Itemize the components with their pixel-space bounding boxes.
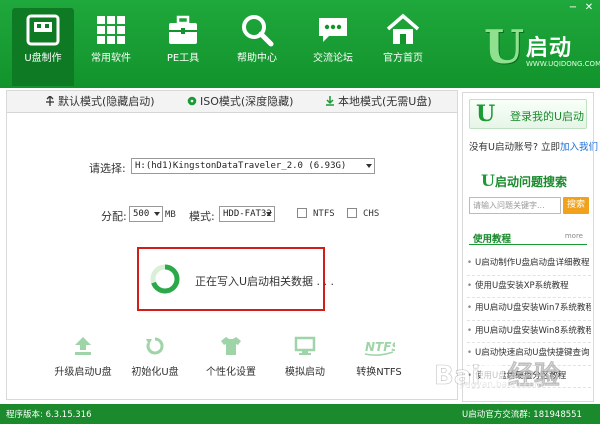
tutorial-link[interactable]: U启动制作U盘启动盘详细教程 xyxy=(467,253,591,276)
device-select[interactable]: H:(hd1)KingstonDataTraveler_2.0 (6.93G) xyxy=(131,158,375,174)
magnifier-icon xyxy=(242,15,274,47)
logo-url: WWW.UQIDONG.COM xyxy=(526,60,600,68)
monitor-icon xyxy=(294,336,316,355)
sidebar: U 登录我的U启动 没有U启动账号? 立即加入我们 U启动问题搜索 请输入问题关… xyxy=(462,92,598,402)
tutorial-header: 使用教程 more xyxy=(469,231,587,245)
search-title-text: 启动问题搜索 xyxy=(494,175,567,189)
mode-label: 模式: xyxy=(189,210,215,223)
ntfs-checkbox[interactable] xyxy=(297,208,307,218)
toolbox-icon xyxy=(169,15,197,44)
tutorial-list: U启动制作U盘启动盘详细教程 使用U盘安装XP系统教程 用U启动U盘安装Win7… xyxy=(467,253,591,388)
init-usb-button[interactable]: 初始化U盘 xyxy=(119,335,191,378)
tab-local-mode[interactable]: 本地模式(无需U盘) xyxy=(325,91,432,113)
tab-label: 本地模式(无需U盘) xyxy=(338,95,432,108)
nav-label: 帮助中心 xyxy=(237,53,277,64)
home-icon xyxy=(386,13,420,44)
tab-iso-mode[interactable]: ISO模式(深度隐藏) xyxy=(187,91,293,113)
device-label: 请选择: xyxy=(89,162,126,175)
nav-help-center[interactable]: 帮助中心 xyxy=(226,8,288,86)
ntfs-label: NTFS xyxy=(313,209,335,219)
device-value: H:(hd1)KingstonDataTraveler_2.0 (6.93G) xyxy=(135,161,347,171)
qq-group-text: U启动官方交流群: 181948551 xyxy=(462,410,582,420)
partition-value: 500 xyxy=(133,209,150,219)
version-text: 程序版本: 6.3.15.316 xyxy=(6,410,92,420)
install-icon xyxy=(326,96,334,106)
logo-text: 启动 xyxy=(526,36,573,61)
nav-official-home[interactable]: 官方首页 xyxy=(372,8,434,86)
minimize-button[interactable]: − xyxy=(566,2,580,14)
login-button[interactable]: U 登录我的U启动 xyxy=(469,99,587,129)
more-link[interactable]: more xyxy=(565,232,583,240)
partition-size-select[interactable]: 500 xyxy=(129,206,163,222)
app-logo: U 启动 WWW.UQIDONG.COM xyxy=(482,20,600,80)
signup-prompt: 没有U启动账号? 立即加入我们 xyxy=(469,139,598,153)
action-label: 模拟启动 xyxy=(285,367,325,378)
mode-select[interactable]: HDD-FAT32 xyxy=(219,206,275,222)
mode-tabs: 默认模式(隐藏启动) ISO模式(深度隐藏) 本地模式(无需U盘) xyxy=(7,91,457,113)
simulate-boot-button[interactable]: 模拟启动 xyxy=(269,335,341,378)
chevron-down-icon xyxy=(266,212,272,216)
tutorial-link[interactable]: U启动快速启动U盘快捷键查询 xyxy=(467,343,591,366)
progress-status-text: 正在写入U启动相关数据 . . . xyxy=(195,275,335,288)
personalize-button[interactable]: 个性化设置 xyxy=(195,335,267,378)
status-bar: 程序版本: 6.3.15.316 U启动官方交流群: 181948551 xyxy=(0,404,600,424)
convert-ntfs-button[interactable]: NTFS 转换NTFS xyxy=(343,335,415,378)
upgrade-icon xyxy=(75,337,91,355)
tab-label: ISO模式(深度隐藏) xyxy=(200,95,294,108)
progress-dialog: 正在写入U启动相关数据 . . . xyxy=(137,247,334,311)
tutorial-title: 使用教程 xyxy=(473,234,512,245)
chevron-down-icon xyxy=(154,212,160,216)
tutorial-link[interactable]: 用U启动U盘安装Win8系统教程 xyxy=(467,321,591,343)
nav-label: 官方首页 xyxy=(383,53,423,64)
chs-label: CHS xyxy=(363,209,380,219)
action-label: 升级启动U盘 xyxy=(54,367,112,378)
main-panel: 默认模式(隐藏启动) ISO模式(深度隐藏) 本地模式(无需U盘) 请选择: H… xyxy=(6,90,458,400)
app-header: − ✕ U盘制作 常用软件 PE工具 帮助中心 交流论坛 官方首页 U 启动 W… xyxy=(0,0,600,88)
nav-usb-make[interactable]: U盘制作 xyxy=(12,8,74,86)
join-us-link[interactable]: 加入我们 xyxy=(560,142,598,153)
usb-plug-icon xyxy=(46,96,54,106)
tutorial-link[interactable]: 用U启动U盘安装Win7系统教程 xyxy=(467,298,591,321)
signup-prefix: 没有U启动账号? 立即 xyxy=(469,142,561,153)
partition-unit: MB xyxy=(165,210,176,220)
partition-label: 分配: xyxy=(101,210,127,223)
chevron-down-icon xyxy=(366,164,372,168)
chat-bubble-icon xyxy=(319,18,347,42)
loading-spinner-icon xyxy=(150,264,180,294)
nav-forum[interactable]: 交流论坛 xyxy=(302,8,364,86)
nav-label: 交流论坛 xyxy=(313,53,353,64)
reset-icon xyxy=(146,337,164,355)
shirt-icon xyxy=(221,337,241,355)
tutorial-link[interactable]: 使用U盘安装XP系统教程 xyxy=(467,276,591,298)
mode-value: HDD-FAT32 xyxy=(223,209,272,219)
nav-label: 常用软件 xyxy=(91,53,131,64)
ntfs-icon: NTFS xyxy=(364,340,395,356)
search-button[interactable]: 搜索 xyxy=(563,197,589,214)
nav-pe-tools[interactable]: PE工具 xyxy=(152,8,214,86)
action-label: 转换NTFS xyxy=(356,367,402,378)
nav-label: PE工具 xyxy=(166,53,200,64)
action-label: 初始化U盘 xyxy=(131,367,179,378)
active-tab-marker xyxy=(87,113,99,119)
u-logo-icon: U xyxy=(476,101,496,127)
grid-icon xyxy=(97,16,125,44)
login-label: 登录我的U启动 xyxy=(510,110,585,123)
svg-text:NTFS: NTFS xyxy=(365,340,395,354)
tab-default-mode[interactable]: 默认模式(隐藏启动) xyxy=(45,91,155,113)
upgrade-usb-button[interactable]: 升级启动U盘 xyxy=(47,335,119,378)
tutorial-link[interactable]: 使用U盘给硬盘分区教程 xyxy=(467,366,591,388)
chs-checkbox[interactable] xyxy=(347,208,357,218)
disc-icon xyxy=(187,96,197,106)
logo-letter: U xyxy=(484,20,525,74)
search-title: U启动问题搜索 xyxy=(481,171,567,190)
action-label: 个性化设置 xyxy=(206,367,256,378)
tab-label: 默认模式(隐藏启动) xyxy=(58,95,155,108)
nav-common-software[interactable]: 常用软件 xyxy=(80,8,142,86)
search-input[interactable]: 请输入问题关键字... xyxy=(469,197,561,214)
u-logo-icon: U xyxy=(481,171,495,190)
usb-drive-icon xyxy=(26,14,60,46)
close-button[interactable]: ✕ xyxy=(582,2,596,14)
nav-label: U盘制作 xyxy=(24,53,62,64)
